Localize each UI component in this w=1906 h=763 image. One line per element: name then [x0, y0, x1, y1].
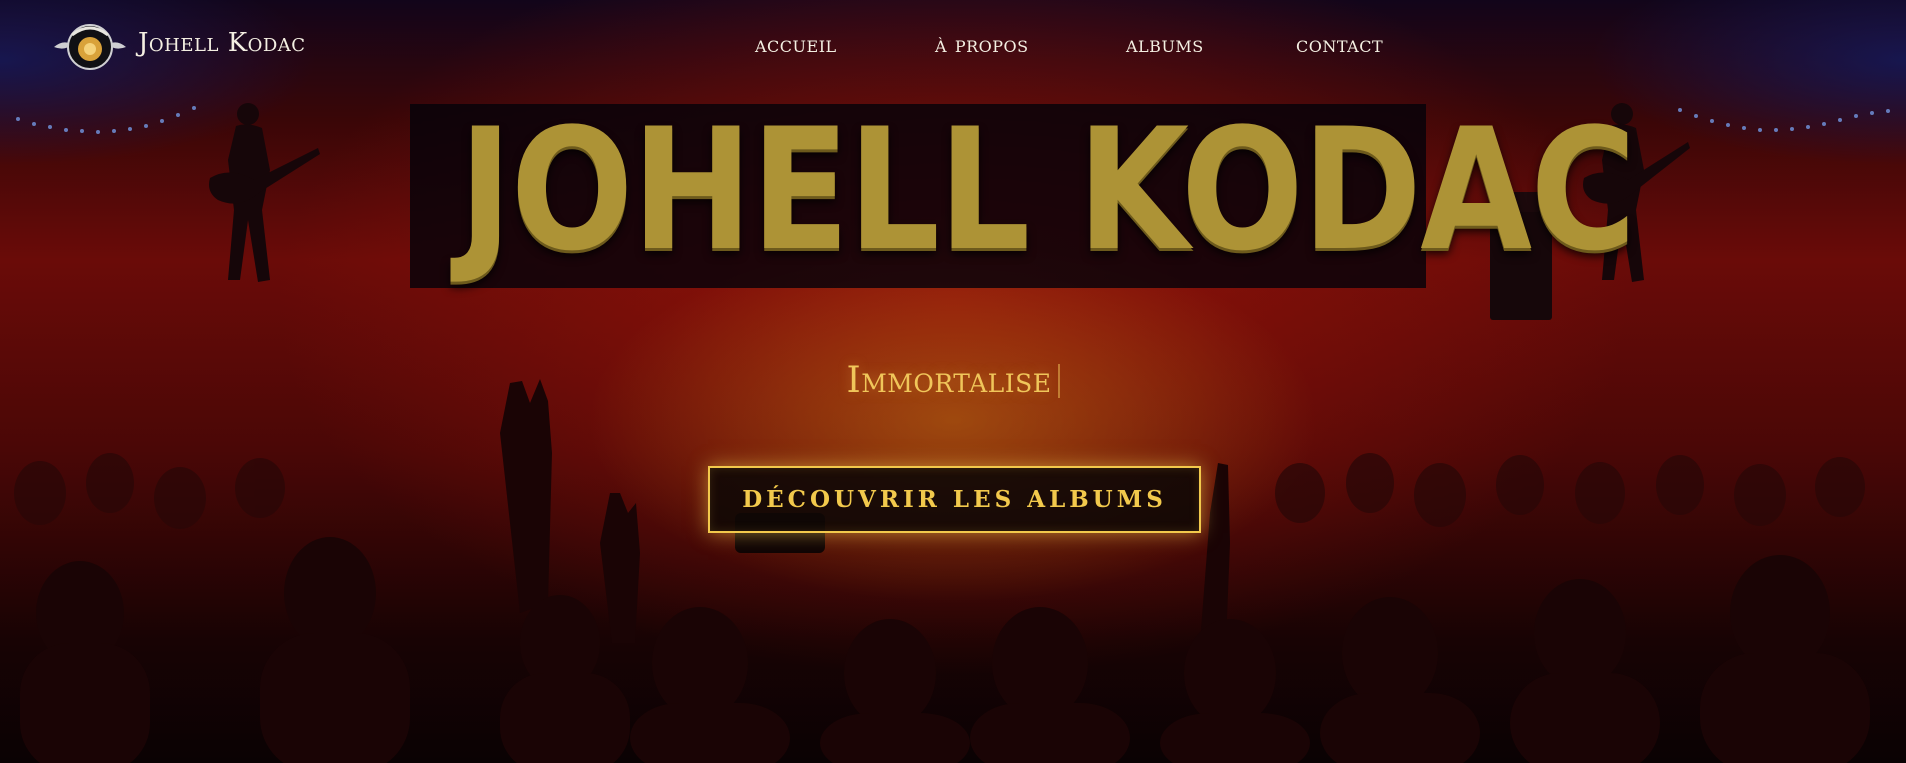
- brand-name[interactable]: Johell Kodac: [138, 28, 306, 58]
- hero-title: JOHELL KODAC: [458, 92, 1637, 288]
- guitarist-left-silhouette: [209, 103, 320, 283]
- discover-albums-button[interactable]: DÉCOUVRIR LES ALBUMS: [708, 466, 1201, 533]
- nav-item-accueil[interactable]: ACCUEIL: [755, 32, 837, 58]
- tagline-container: Immortalise: [0, 360, 1906, 401]
- nav-item-a-propos[interactable]: À PROPOS: [935, 32, 1029, 58]
- nav-item-albums[interactable]: ALBUMS: [1126, 32, 1204, 58]
- nav-item-contact[interactable]: CONTACT: [1296, 32, 1383, 58]
- hero-section: Johell Kodac ACCUEIL À PROPOS ALBUMS CON…: [0, 0, 1906, 763]
- typing-cursor: [1057, 364, 1060, 398]
- crowd-silhouette: [14, 379, 1870, 763]
- band-logo-emblem-icon[interactable]: [52, 17, 128, 75]
- hero-tagline: Immortalise: [846, 360, 1052, 401]
- top-navigation-bar: Johell Kodac ACCUEIL À PROPOS ALBUMS CON…: [0, 0, 1906, 92]
